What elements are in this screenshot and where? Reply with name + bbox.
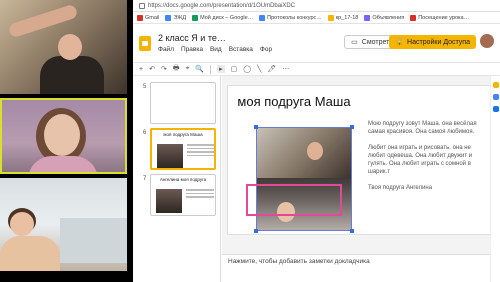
menu-insert[interactable]: Вставка: [229, 46, 253, 53]
lock-icon: 🔒: [395, 39, 405, 46]
calendar-icon[interactable]: [492, 106, 499, 112]
bookmark-icon: [259, 14, 266, 21]
current-slide[interactable]: моя подруга Маша Мою подругу зовут Маша.…: [228, 86, 490, 234]
slide-canvas-area: моя подруга Маша Мою подругу зовут Маша.…: [222, 76, 500, 254]
resize-handle[interactable]: [350, 125, 354, 129]
document-title[interactable]: 2 класс Я и те…: [158, 33, 272, 43]
slide-title[interactable]: моя подруга Маша: [236, 94, 352, 109]
bookmark-ezhd[interactable]: ЭЖД: [165, 14, 186, 21]
participant-body: [40, 56, 104, 94]
drive-icon: [192, 14, 199, 21]
side-panel-rail: [490, 76, 500, 282]
bookmark-announcements[interactable]: Объявления: [364, 14, 404, 21]
thumbnail-text-lines: [187, 144, 214, 158]
bookmark-lesson-visit[interactable]: Посещение урока…: [410, 14, 469, 21]
participant-face: [10, 212, 34, 236]
notes-placeholder: Нажмите, чтобы добавить заметки докладчи…: [228, 258, 370, 265]
background-shelf: [60, 218, 127, 263]
screen: https://docs.google.com/presentation/d/1…: [0, 0, 500, 282]
bookmark-icon: [327, 14, 334, 21]
bookmark-icon: [410, 14, 417, 21]
bookmark-kr[interactable]: кр_17-18: [327, 14, 358, 21]
slide-number: 6: [143, 130, 147, 136]
paint-format-icon[interactable]: ⌖: [185, 65, 189, 73]
share-button[interactable]: 🔒 Настройки Доступа: [389, 35, 476, 49]
slide-body-text[interactable]: Мою подругу зовут Маша. она весёлая сама…: [368, 120, 484, 200]
bookmarks-bar: Gmail ЭЖД Мой диск – Google… Протоколы к…: [133, 12, 500, 24]
select-tool-icon[interactable]: ▸: [217, 65, 225, 73]
new-slide-icon[interactable]: +: [139, 66, 143, 73]
undo-icon[interactable]: ↶: [149, 65, 155, 73]
menu-view[interactable]: Вид: [210, 46, 222, 53]
thumbnail-title: моя подруга Маша: [163, 132, 203, 137]
slide-thumbnail-7[interactable]: Ангелина моя подруга: [150, 174, 216, 216]
slide-thumbnail-5[interactable]: [150, 82, 216, 124]
tasks-icon[interactable]: [492, 94, 499, 100]
resize-handle[interactable]: [350, 229, 354, 233]
video-tile-participant-2-active[interactable]: [0, 98, 127, 174]
resize-handle[interactable]: [254, 229, 258, 233]
menu-format[interactable]: Фор: [260, 46, 272, 53]
pink-highlight-rectangle[interactable]: [246, 184, 342, 216]
slides-app-bar: 2 класс Я и те… Файл Правка Вид Вставка …: [133, 24, 500, 62]
bookmark-my-drive[interactable]: Мой диск – Google…: [192, 14, 253, 21]
participant-face: [58, 34, 82, 60]
slide-filmstrip: 5 6 моя подруга Маша 7 Ангелина моя подр…: [133, 76, 221, 282]
participant-body: [0, 236, 60, 271]
slide-paragraph: Любит она играть и рисовать. она не люби…: [368, 145, 473, 175]
lock-icon: [139, 2, 145, 9]
resize-handle[interactable]: [254, 125, 258, 129]
keep-icon[interactable]: [492, 82, 499, 88]
bookmark-gmail[interactable]: Gmail: [137, 14, 159, 21]
url-text[interactable]: https://docs.google.com/presentation/d/1…: [148, 3, 295, 9]
photo-face: [307, 142, 323, 160]
editing-toolbar: + ↶ ↷ 🖶 ⌖ 🔍 ▸ ▢ ◯ ╲ 🖊 ⋯: [133, 62, 500, 76]
address-bar[interactable]: https://docs.google.com/presentation/d/1…: [133, 0, 500, 12]
slide-paragraph: Мою подругу зовут Маша. она весёлая сама…: [368, 121, 477, 135]
textbox-icon[interactable]: ▢: [231, 65, 238, 73]
line-icon[interactable]: ╲: [257, 65, 261, 73]
speaker-notes[interactable]: Нажмите, чтобы добавить заметки докладчи…: [222, 254, 500, 282]
thumbnail-text-lines: [186, 189, 214, 200]
bookmark-icon: [165, 14, 172, 21]
video-tile-participant-1[interactable]: [0, 0, 127, 94]
share-label: Настройки Доступа: [407, 38, 470, 46]
zoom-icon[interactable]: 🔍: [195, 65, 204, 73]
menu-file[interactable]: Файл: [158, 46, 174, 53]
slide-thumbnail-6[interactable]: моя подруга Маша: [150, 128, 216, 170]
bookmark-protocols[interactable]: Протоколы конкурс…: [259, 14, 322, 21]
menu-edit[interactable]: Правка: [181, 46, 203, 53]
menu-bar: Файл Правка Вид Вставка Фор: [158, 46, 272, 53]
slide-paragraph: Твоя подруга Ангелина: [368, 185, 433, 191]
google-slides-logo-icon[interactable]: [139, 35, 151, 51]
participant-face: [44, 114, 80, 156]
redo-icon[interactable]: ↷: [161, 65, 167, 73]
gmail-icon: [137, 14, 143, 21]
more-icon[interactable]: ⋯: [282, 65, 289, 73]
present-label: Смотреть: [361, 38, 393, 46]
avatar[interactable]: [480, 34, 494, 48]
print-icon[interactable]: 🖶: [173, 64, 180, 75]
thumbnail-photo: [157, 144, 183, 168]
bookmark-icon: [364, 14, 371, 21]
toolbar-divider: [210, 64, 212, 74]
thumbnail-photo: [156, 189, 182, 213]
video-call-strip: [0, 0, 133, 282]
browser-window: https://docs.google.com/presentation/d/1…: [133, 0, 500, 282]
participant-body: [28, 156, 98, 172]
present-icon: ▭: [351, 39, 358, 46]
video-tile-participant-3[interactable]: [0, 178, 127, 271]
title-and-menu: 2 класс Я и те… Файл Правка Вид Вставка …: [158, 33, 272, 53]
shape-icon[interactable]: ◯: [243, 65, 251, 73]
pen-icon[interactable]: 🖊: [267, 65, 276, 73]
slide-number: 7: [143, 176, 147, 182]
slide-number: 5: [143, 84, 147, 90]
photo-upper-part: [257, 128, 351, 178]
thumbnail-title: Ангелина моя подруга: [159, 177, 207, 182]
